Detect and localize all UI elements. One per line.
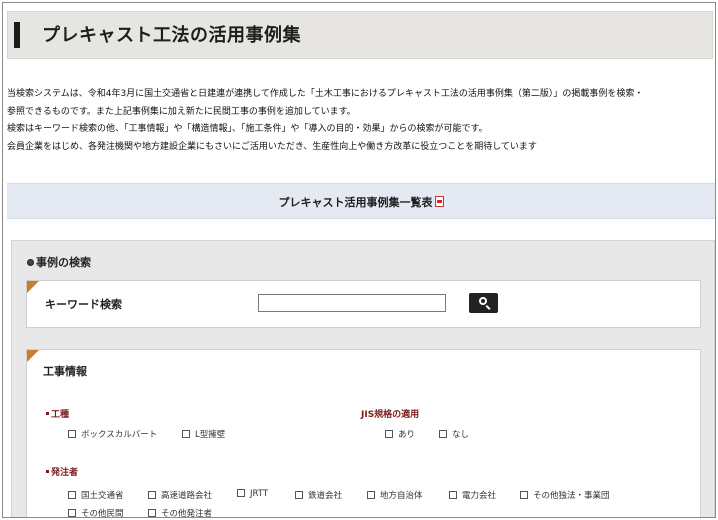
- checkbox[interactable]: [367, 491, 375, 499]
- checkbox-option[interactable]: 地方自治体: [367, 489, 423, 501]
- checkbox[interactable]: [520, 491, 528, 499]
- checkbox[interactable]: [385, 430, 393, 438]
- checkbox[interactable]: [237, 489, 245, 497]
- work-type-label-text: 工種: [51, 410, 70, 420]
- pdf-icon[interactable]: [434, 196, 444, 207]
- checkbox[interactable]: [148, 491, 156, 499]
- checkbox-option[interactable]: 電力会社: [449, 489, 496, 501]
- page-frame: プレキャスト工法の活用事例集 当検索システムは、令和4年3月に国土交通省と日建連…: [2, 2, 716, 518]
- keyword-search-card: キーワード検索: [26, 280, 701, 328]
- search-heading-label: 事例の検索: [36, 256, 91, 269]
- square-bullet-icon: [46, 412, 49, 415]
- checkbox-label[interactable]: その他独法・事業団: [533, 491, 610, 501]
- checkbox-option[interactable]: L型擁壁: [182, 428, 225, 440]
- page-header: プレキャスト工法の活用事例集: [7, 11, 713, 59]
- corner-accent: [27, 350, 39, 362]
- checkbox[interactable]: [68, 430, 76, 438]
- work-type-label: 工種: [46, 407, 69, 420]
- checkbox-option[interactable]: その他独法・事業団: [520, 489, 610, 501]
- work-info-title: 工事情報: [43, 365, 87, 378]
- checkbox-option[interactable]: あり: [385, 428, 415, 440]
- checkbox-option[interactable]: 鉄道会社: [295, 489, 342, 501]
- checkbox-option[interactable]: 高速道路会社: [148, 489, 212, 501]
- checkbox-label[interactable]: 国土交通省: [81, 491, 124, 501]
- checkbox[interactable]: [295, 491, 303, 499]
- checkbox[interactable]: [148, 509, 156, 517]
- search-heading: 事例の検索: [27, 254, 91, 270]
- description-line: 検索はキーワード検索の他、「工事情報」や「構造情報」、「施工条件」や「導入の目的…: [7, 124, 488, 134]
- checkbox-label[interactable]: その他民間: [81, 509, 124, 517]
- description-line: 会員企業をはじめ、各発注機関や地方建設企業にもさいにご活用いただき、生産性向上や…: [7, 141, 537, 152]
- checkbox[interactable]: [439, 430, 447, 438]
- checkbox-label[interactable]: 高速道路会社: [161, 491, 212, 501]
- checkbox[interactable]: [449, 491, 457, 499]
- checkbox-label[interactable]: 電力会社: [462, 491, 496, 501]
- corner-accent: [27, 281, 39, 293]
- checkbox-label[interactable]: なし: [452, 430, 469, 440]
- list-link-bar: プレキャスト活用事例集一覧表: [7, 183, 715, 219]
- checkbox-label[interactable]: L型擁壁: [195, 430, 225, 440]
- checkbox[interactable]: [182, 430, 190, 438]
- checkbox[interactable]: [68, 509, 76, 517]
- keyword-search-input[interactable]: [258, 294, 446, 312]
- case-list-link[interactable]: プレキャスト活用事例集一覧表: [7, 194, 715, 210]
- description: 当検索システムは、令和4年3月に国土交通省と日建連が連携して作成した「土木工事に…: [7, 86, 713, 156]
- page-title: プレキャスト工法の活用事例集: [42, 25, 301, 46]
- description-line: 当検索システムは、令和4年3月に国土交通省と日建連が連携して作成した「土木工事に…: [7, 89, 644, 99]
- checkbox-label[interactable]: JRTT: [250, 489, 268, 499]
- description-line: 参照できるものです。また上記事例集に加え新たに民間工事の事例を追加しています。: [7, 106, 356, 117]
- square-bullet-icon: [46, 470, 49, 473]
- circle-bullet-icon: [27, 259, 34, 266]
- checkbox-label[interactable]: その他発注者: [161, 509, 212, 517]
- checkbox-label[interactable]: 地方自治体: [380, 491, 423, 501]
- work-type-group: 工種: [46, 407, 69, 420]
- case-list-link-label[interactable]: プレキャスト活用事例集一覧表: [279, 196, 433, 209]
- checkbox-option[interactable]: JRTT: [237, 489, 268, 499]
- orderer-label: 発注者: [46, 465, 78, 478]
- work-info-card: 工事情報 工種 ボックスカルバート L型擁壁 JIS規格の適用 あり なし 発注…: [26, 349, 701, 517]
- orderer-label-text: 発注者: [51, 468, 79, 478]
- orderer-group: 発注者: [46, 465, 78, 478]
- keyword-search-label: キーワード検索: [45, 298, 122, 311]
- checkbox-label[interactable]: 鉄道会社: [308, 491, 342, 501]
- checkbox-label[interactable]: ボックスカルバート: [81, 430, 157, 440]
- checkbox-option[interactable]: その他民間: [68, 507, 124, 517]
- checkbox-option[interactable]: その他発注者: [148, 507, 212, 517]
- checkbox-option[interactable]: ボックスカルバート: [68, 428, 157, 440]
- title-accent-bar: [14, 22, 20, 48]
- checkbox-option[interactable]: なし: [439, 428, 469, 440]
- search-section: 事例の検索 キーワード検索 工事情報 工種 ボックスカルバート L型擁壁 JIS…: [11, 240, 715, 517]
- checkbox[interactable]: [68, 491, 76, 499]
- search-icon[interactable]: [479, 297, 487, 305]
- search-button[interactable]: [469, 293, 498, 313]
- jis-group: JIS規格の適用: [361, 407, 419, 420]
- checkbox-option[interactable]: 国土交通省: [68, 489, 124, 501]
- jis-label: JIS規格の適用: [361, 410, 420, 420]
- checkbox-label[interactable]: あり: [398, 430, 415, 440]
